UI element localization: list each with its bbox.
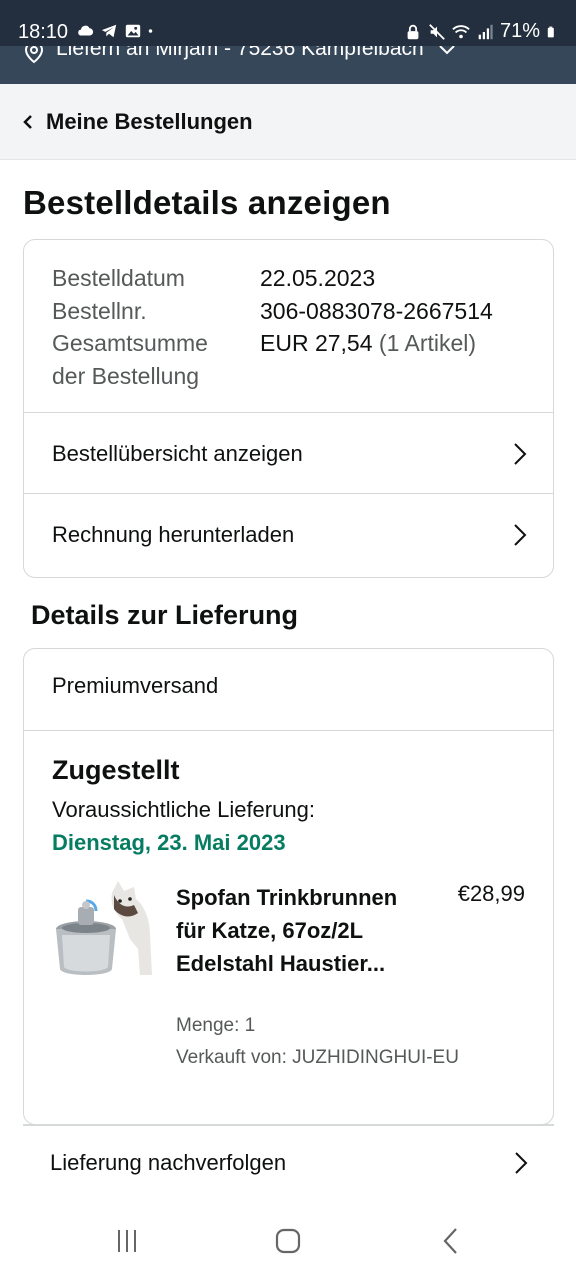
- battery-icon: [547, 26, 554, 37]
- breadcrumb-label: Meine Bestellungen: [46, 108, 253, 134]
- product-price: €28,99: [457, 881, 525, 906]
- order-total-value: EUR 27,54: [260, 330, 373, 356]
- product-quantity: Menge: 1: [176, 1015, 256, 1036]
- product-title[interactable]: Spofan Trinkbrunnen für Katze, 67oz/2L E…: [176, 881, 426, 980]
- product-seller: Verkauft von: JUZHIDINGHUI-EU: [176, 1047, 459, 1068]
- recent-apps-icon[interactable]: [112, 1226, 142, 1256]
- breadcrumb[interactable]: Meine Bestellungen: [0, 84, 576, 160]
- chevron-right-icon: [514, 523, 527, 546]
- order-info-grid: Bestelldatum 22.05.2023 Bestellnr. 306-0…: [52, 262, 493, 392]
- order-overview-link[interactable]: Bestellübersicht anzeigen: [24, 412, 553, 494]
- order-number-value: 306-0883078-2667514: [260, 297, 493, 324]
- track-delivery-label: Lieferung nachverfolgen: [50, 1150, 287, 1175]
- back-icon[interactable]: [436, 1226, 466, 1256]
- status-time: 18:10: [18, 21, 69, 43]
- chevron-left-icon: [23, 114, 32, 129]
- status-right-icons: 71%: [404, 20, 558, 43]
- wifi-icon: [452, 24, 470, 38]
- image-icon: [125, 24, 141, 38]
- order-number-label: Bestellnr.: [52, 297, 147, 324]
- order-total-label: Gesamtsumme: [52, 330, 208, 356]
- order-total-row: Gesamtsumme EUR 27,54 (1 Artikel): [52, 327, 493, 360]
- status-bar: 18:10 71%: [0, 0, 576, 46]
- order-total-value-wrap: EUR 27,54 (1 Artikel): [260, 327, 476, 360]
- order-item-count: (1 Artikel): [378, 330, 477, 356]
- estimated-delivery-date: Dienstag, 23. Mai 2023: [52, 830, 286, 855]
- mute-icon: [429, 23, 445, 40]
- chevron-down-icon: [439, 46, 455, 55]
- estimated-delivery-label: Voraussichtliche Lieferung:: [52, 797, 315, 822]
- chevron-right-icon: [514, 442, 527, 465]
- divider: [24, 730, 553, 731]
- order-number-row: Bestellnr. 306-0883078-2667514: [52, 295, 493, 328]
- signal-icon: [478, 24, 493, 39]
- delivery-address-bar[interactable]: Liefern an Mirjam - 75236 Kämpfelbach: [0, 46, 576, 84]
- lock-icon: [407, 24, 419, 39]
- telegram-icon: [101, 24, 117, 38]
- system-nav-bar: [0, 1200, 576, 1280]
- page-title: Bestelldetails anzeigen: [23, 184, 391, 221]
- dot-icon: [148, 29, 153, 33]
- order-overview-label: Bestellübersicht anzeigen: [52, 440, 303, 466]
- shipping-method: Premiumversand: [52, 673, 219, 698]
- home-icon[interactable]: [273, 1226, 303, 1256]
- order-summary-card: Bestelldatum 22.05.2023 Bestellnr. 306-0…: [23, 239, 554, 578]
- status-left-icons: [76, 22, 158, 40]
- chevron-right-icon: [515, 1152, 528, 1174]
- delivery-card: Premiumversand Zugestellt Voraussichtlic…: [23, 648, 554, 1125]
- order-total-row-cont: der Bestellung: [52, 360, 493, 393]
- order-date-label: Bestelldatum: [52, 265, 185, 291]
- delivery-section-title: Details zur Lieferung: [31, 600, 299, 630]
- download-invoice-link[interactable]: Rechnung herunterladen: [24, 493, 553, 575]
- download-invoice-label: Rechnung herunterladen: [52, 521, 295, 547]
- location-pin-icon: [24, 46, 44, 64]
- order-date-row: Bestelldatum 22.05.2023: [52, 262, 493, 295]
- order-date-value: 22.05.2023: [260, 265, 376, 291]
- delivery-status: Zugestellt: [52, 755, 180, 785]
- product-image[interactable]: [52, 879, 156, 983]
- cloud-icon: [78, 25, 94, 36]
- delivery-address-text: Liefern an Mirjam - 75236 Kämpfelbach: [56, 46, 424, 60]
- track-delivery-link[interactable]: Lieferung nachverfolgen: [0, 1126, 576, 1200]
- order-total-label-cont: der Bestellung: [52, 362, 200, 389]
- battery-percent: 71%: [499, 20, 540, 42]
